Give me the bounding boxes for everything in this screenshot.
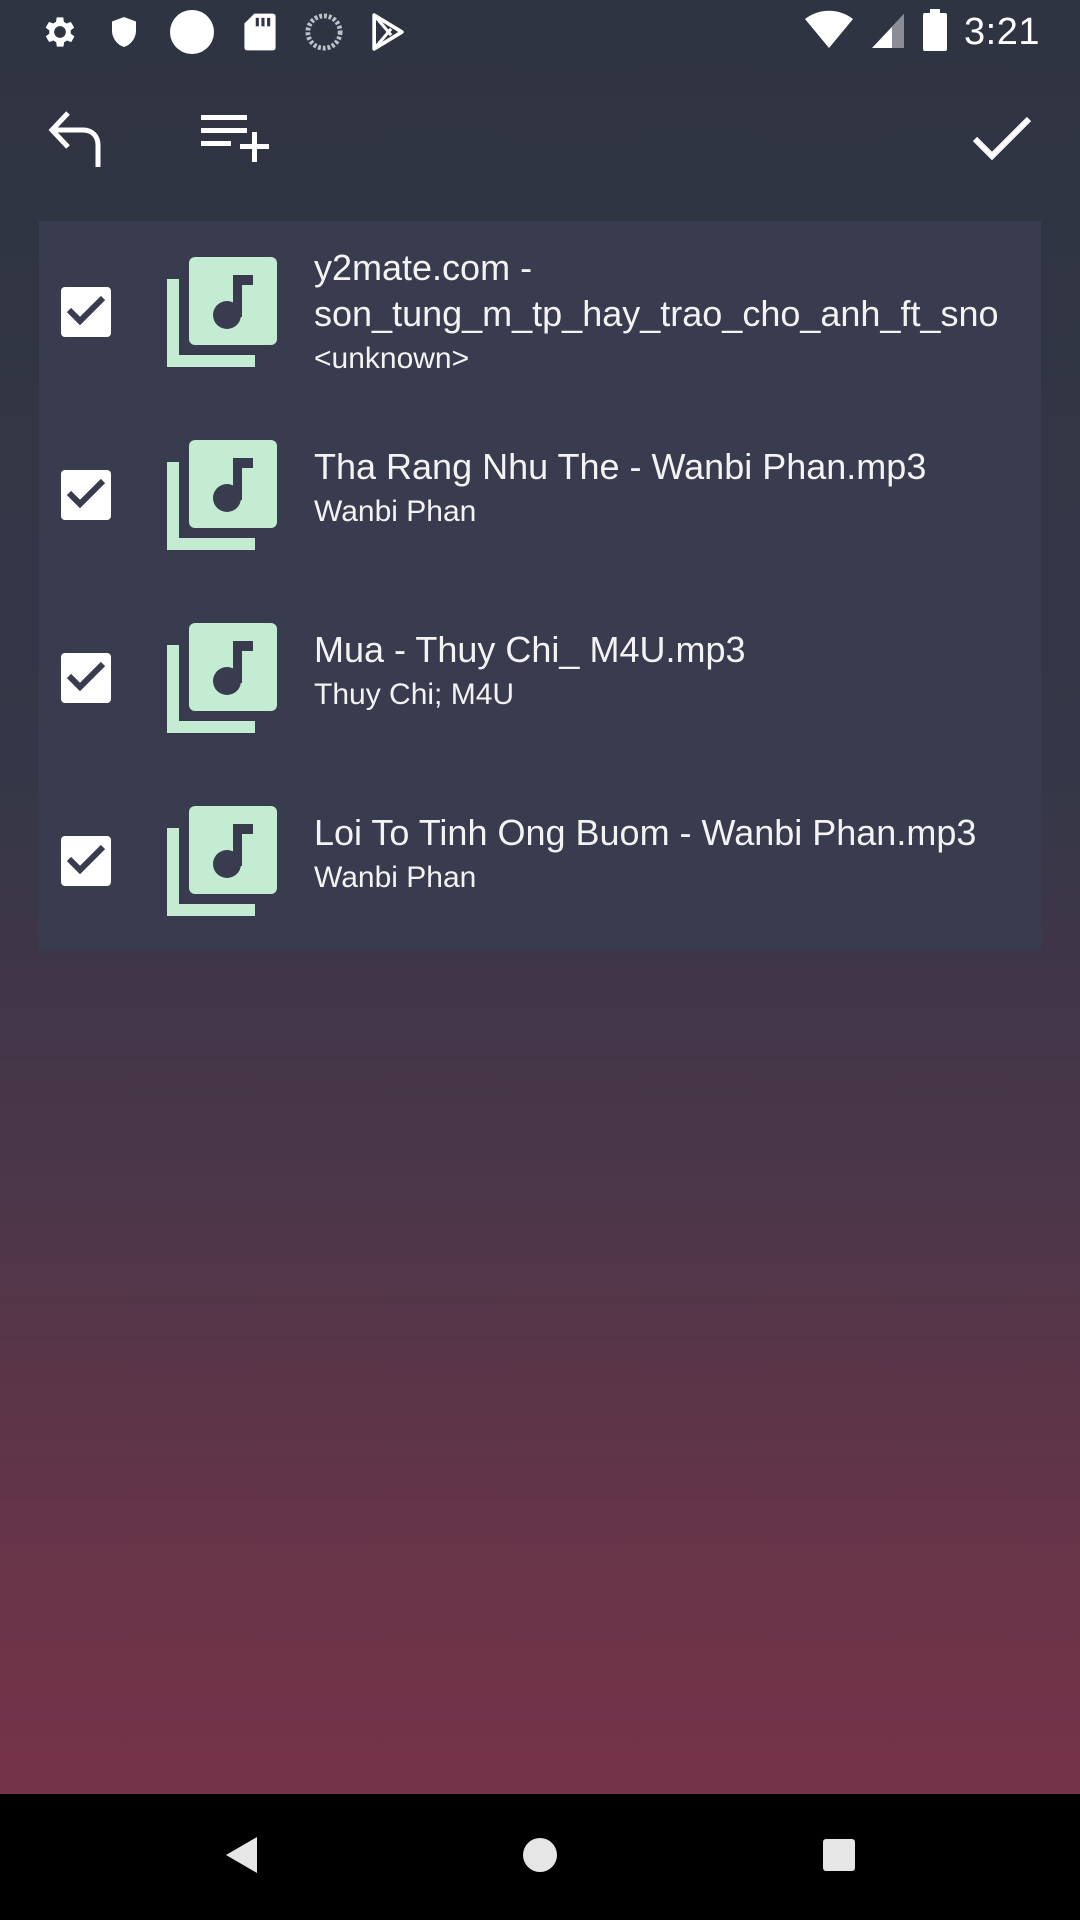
song-item[interactable]: Mua - Thuy Chi_ M4U.mp3 Thuy Chi; M4U [39, 587, 1041, 770]
recents-button[interactable] [806, 1824, 872, 1890]
playlist-add-icon [201, 112, 271, 169]
song-item[interactable]: Tha Rang Nhu The - Wanbi Phan.mp3 Wanbi … [39, 404, 1041, 587]
music-library-icon [167, 257, 277, 367]
back-triangle-icon [223, 1835, 259, 1880]
song-title: Tha Rang Nhu The - Wanbi Phan.mp3 [314, 446, 927, 487]
music-library-icon [167, 440, 277, 550]
song-checkbox[interactable] [61, 470, 111, 520]
circle-icon [168, 8, 216, 56]
back-button[interactable] [208, 1824, 274, 1890]
settings-icon [40, 12, 80, 52]
song-artist: Wanbi Phan [314, 495, 477, 528]
song-title: y2mate.com - son_tung_m_tp_hay_trao_cho_… [314, 247, 999, 334]
navigation-bar [0, 1794, 1080, 1920]
add-to-playlist-button[interactable] [186, 90, 286, 190]
undo-button[interactable] [26, 90, 126, 190]
undo-icon [46, 107, 106, 174]
home-button[interactable] [507, 1824, 573, 1890]
song-checkbox[interactable] [61, 287, 111, 337]
checkmark-icon [66, 660, 106, 697]
song-item[interactable]: y2mate.com - son_tung_m_tp_hay_trao_cho_… [39, 221, 1041, 404]
status-system-icons: 3:21 [804, 8, 1040, 56]
song-title: Mua - Thuy Chi_ M4U.mp3 [314, 629, 746, 670]
status-bar: 3:21 [0, 0, 1080, 64]
checkmark-icon [66, 294, 106, 331]
song-artist: <unknown> [314, 342, 470, 375]
song-title: Loi To Tinh Ong Buom - Wanbi Phan.mp3 [314, 812, 977, 853]
song-checkbox[interactable] [61, 653, 111, 703]
checkmark-icon [66, 843, 106, 880]
checkmark-icon [66, 477, 106, 514]
status-time: 3:21 [964, 10, 1040, 53]
play-store-icon [368, 12, 408, 52]
status-notification-icons [40, 8, 408, 56]
battery-icon [922, 8, 948, 56]
song-list: y2mate.com - son_tung_m_tp_hay_trao_cho_… [39, 221, 1041, 951]
confirm-button[interactable] [952, 90, 1052, 190]
song-checkbox[interactable] [61, 836, 111, 886]
song-artist: Thuy Chi; M4U [314, 678, 515, 711]
music-library-icon [167, 623, 277, 733]
sd-card-icon [240, 12, 280, 52]
song-artist: Wanbi Phan [314, 861, 477, 894]
music-library-icon [167, 806, 277, 916]
home-circle-icon [521, 1836, 559, 1879]
recents-square-icon [821, 1837, 857, 1878]
loading-icon [304, 12, 344, 52]
signal-icon [870, 10, 906, 55]
check-icon [972, 115, 1032, 166]
song-item[interactable]: Loi To Tinh Ong Buom - Wanbi Phan.mp3 Wa… [39, 770, 1041, 953]
wifi-icon [804, 10, 854, 55]
shield-icon [104, 12, 144, 52]
toolbar [0, 90, 1080, 200]
